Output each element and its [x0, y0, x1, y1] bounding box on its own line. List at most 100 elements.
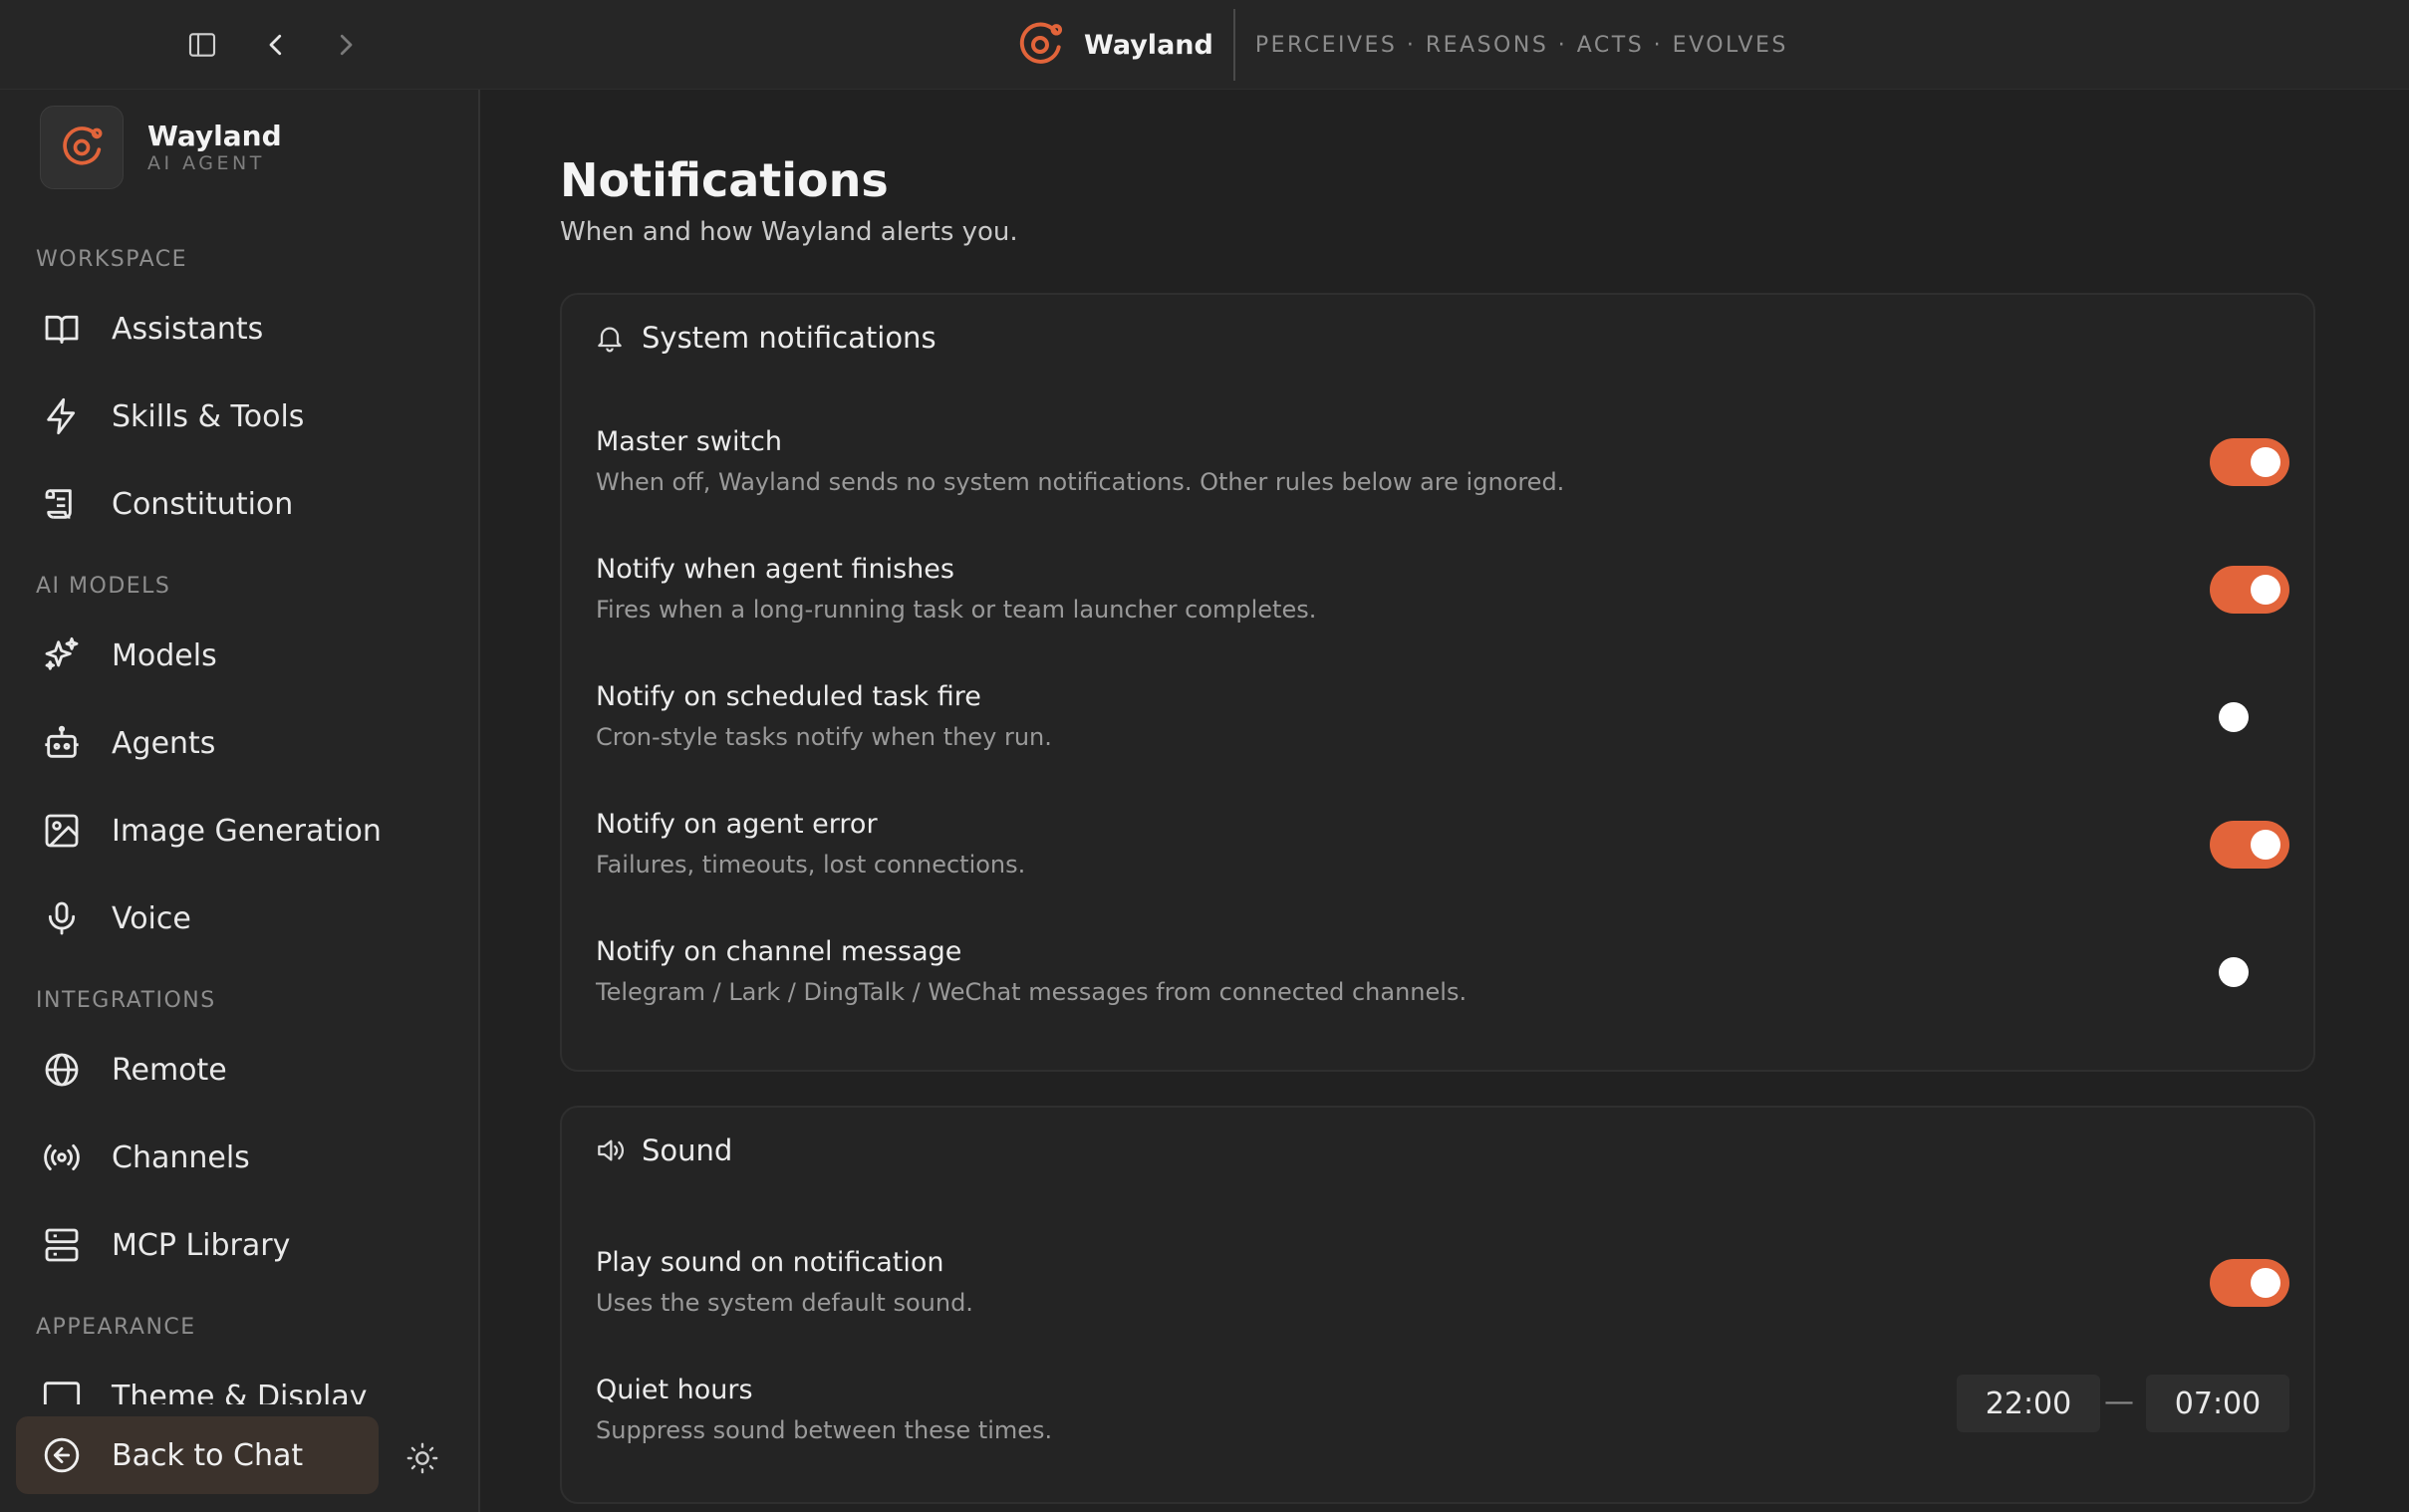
sidebar-item-label: Channels — [112, 1139, 250, 1175]
back-nav-button[interactable] — [253, 22, 299, 68]
settings-content[interactable]: Notifications When and how Wayland alert… — [482, 90, 2409, 1512]
setting-row-agent-finishes: Notify when agent finishes Fires when a … — [596, 554, 2289, 643]
sidebar-item-label: MCP Library — [112, 1227, 291, 1263]
chevron-right-icon — [340, 34, 353, 56]
sidebar-toggle-button[interactable] — [179, 22, 225, 68]
globe-icon — [45, 1053, 79, 1087]
setting-description: Telegram / Lark / DingTalk / WeChat mess… — [596, 978, 1468, 1006]
sidebar-item-assistants[interactable]: Assistants — [16, 293, 454, 365]
sidebar-item-label: Skills & Tools — [112, 398, 305, 434]
setting-description: Fires when a long-running task or team l… — [596, 596, 1317, 624]
sidebar-item-label: Theme & Display — [112, 1379, 368, 1405]
card-title: Sound — [642, 1134, 733, 1167]
theme-toggle-button[interactable] — [399, 1434, 446, 1482]
sidebar-item-label: Models — [112, 637, 217, 673]
channel-message-toggle[interactable] — [2210, 948, 2289, 996]
sidebar-item-voice[interactable]: Voice — [16, 882, 454, 954]
setting-description: Suppress sound between these times. — [596, 1416, 1053, 1444]
scroll-icon — [45, 489, 72, 519]
sidebar-item-models[interactable]: Models — [16, 620, 454, 691]
section-label-workspace: WORKSPACE — [36, 247, 188, 272]
sidebar-item-agents[interactable]: Agents — [16, 707, 454, 779]
lightning-icon — [47, 397, 76, 435]
sidebar-scroll-area[interactable]: Wayland AI AGENT WORKSPACE Assistants Sk… — [0, 90, 478, 1404]
bell-icon — [598, 327, 622, 353]
setting-row-channel-message: Notify on channel message Telegram / Lar… — [596, 936, 2289, 1026]
agent-finishes-toggle[interactable] — [2210, 566, 2289, 614]
sidebar-item-remote[interactable]: Remote — [16, 1034, 454, 1106]
sidebar-item-image-generation[interactable]: Image Generation — [16, 795, 454, 867]
play-sound-toggle[interactable] — [2210, 1259, 2289, 1307]
setting-row-master-switch: Master switch When off, Wayland sends no… — [596, 426, 2289, 516]
sun-icon — [406, 1442, 438, 1474]
forward-nav-button[interactable] — [323, 22, 369, 68]
brand-name: Wayland — [1084, 29, 1213, 61]
app-identity: Wayland AI AGENT — [40, 106, 282, 189]
app-subtitle: AI AGENT — [147, 152, 265, 174]
setting-title: Master switch — [596, 426, 782, 457]
sidebar-panel-icon — [188, 33, 216, 57]
sidebar-item-constitution[interactable]: Constitution — [16, 468, 454, 540]
card-title: System notifications — [642, 321, 937, 355]
setting-row-play-sound: Play sound on notification Uses the syst… — [596, 1247, 2289, 1337]
sidebar-item-label: Constitution — [112, 486, 294, 522]
wayland-logo-icon — [63, 126, 103, 165]
back-to-chat-label: Back to Chat — [112, 1437, 304, 1473]
setting-description: Cron-style tasks notify when they run. — [596, 723, 1052, 751]
robot-icon — [45, 725, 79, 758]
toggle-knob — [2251, 575, 2280, 605]
broadcast-icon — [44, 1143, 80, 1171]
section-label-ai-models: AI MODELS — [36, 574, 171, 599]
wayland-logo-icon — [1019, 22, 1063, 64]
brand-header: Wayland PERCEIVES · REASONS · ACTS · EVO… — [1012, 9, 1788, 81]
sidebar-item-label: Assistants — [112, 311, 264, 347]
system-notifications-card: System notifications Master switch When … — [560, 293, 2315, 1072]
sparkles-icon — [45, 636, 79, 670]
toggle-knob — [2219, 702, 2249, 732]
sidebar-item-label: Agents — [112, 725, 216, 761]
agent-error-toggle[interactable] — [2210, 821, 2289, 869]
server-icon — [45, 1228, 79, 1262]
setting-description: When off, Wayland sends no system notifi… — [596, 468, 1565, 496]
setting-title: Play sound on notification — [596, 1247, 944, 1278]
sidebar-item-theme-display[interactable]: Theme & Display — [16, 1361, 454, 1404]
setting-row-agent-error: Notify on agent error Failures, timeouts… — [596, 809, 2289, 898]
quiet-hours-end-input[interactable]: 07:00 — [2146, 1375, 2289, 1432]
book-icon — [45, 315, 79, 344]
chevron-left-icon — [269, 34, 282, 56]
toggle-knob — [2219, 957, 2249, 987]
brand-tagline: PERCEIVES · REASONS · ACTS · EVOLVES — [1254, 32, 1788, 58]
setting-row-scheduled-task: Notify on scheduled task fire Cron-style… — [596, 681, 2289, 771]
master-switch-toggle[interactable] — [2210, 438, 2289, 486]
setting-description: Uses the system default sound. — [596, 1289, 973, 1317]
sidebar-item-skills-tools[interactable]: Skills & Tools — [16, 380, 454, 452]
page-subtitle: When and how Wayland alerts you. — [560, 217, 1018, 247]
page-title: Notifications — [560, 153, 889, 207]
scheduled-task-toggle[interactable] — [2210, 693, 2289, 741]
brand-divider — [1232, 9, 1235, 81]
top-bar: Wayland PERCEIVES · REASONS · ACTS · EVO… — [0, 0, 2409, 90]
time-range-separator: — — [2104, 1385, 2134, 1419]
setting-description: Failures, timeouts, lost connections. — [596, 851, 1026, 879]
back-to-chat-button[interactable]: Back to Chat — [16, 1416, 379, 1494]
toggle-knob — [2251, 1268, 2280, 1298]
card-header: System notifications — [594, 321, 937, 355]
sidebar-item-channels[interactable]: Channels — [16, 1122, 454, 1193]
speaker-icon — [598, 1139, 624, 1161]
setting-row-quiet-hours: Quiet hours Suppress sound between these… — [596, 1375, 2289, 1464]
sidebar-item-label: Image Generation — [112, 813, 382, 849]
microphone-icon — [48, 901, 76, 935]
setting-title: Notify on scheduled task fire — [596, 681, 981, 712]
app-name: Wayland — [147, 120, 282, 152]
arrow-left-circle-icon — [44, 1437, 80, 1473]
setting-title: Notify when agent finishes — [596, 554, 954, 585]
section-label-integrations: INTEGRATIONS — [36, 988, 216, 1013]
setting-title: Notify on channel message — [596, 936, 962, 967]
sound-card: Sound Play sound on notification Uses th… — [560, 1106, 2315, 1504]
setting-title: Quiet hours — [596, 1375, 753, 1405]
toggle-knob — [2251, 447, 2280, 477]
sidebar-item-mcp-library[interactable]: MCP Library — [16, 1209, 454, 1281]
card-header: Sound — [594, 1134, 732, 1167]
sidebar-item-label: Remote — [112, 1052, 227, 1088]
quiet-hours-start-input[interactable]: 22:00 — [1957, 1375, 2100, 1432]
